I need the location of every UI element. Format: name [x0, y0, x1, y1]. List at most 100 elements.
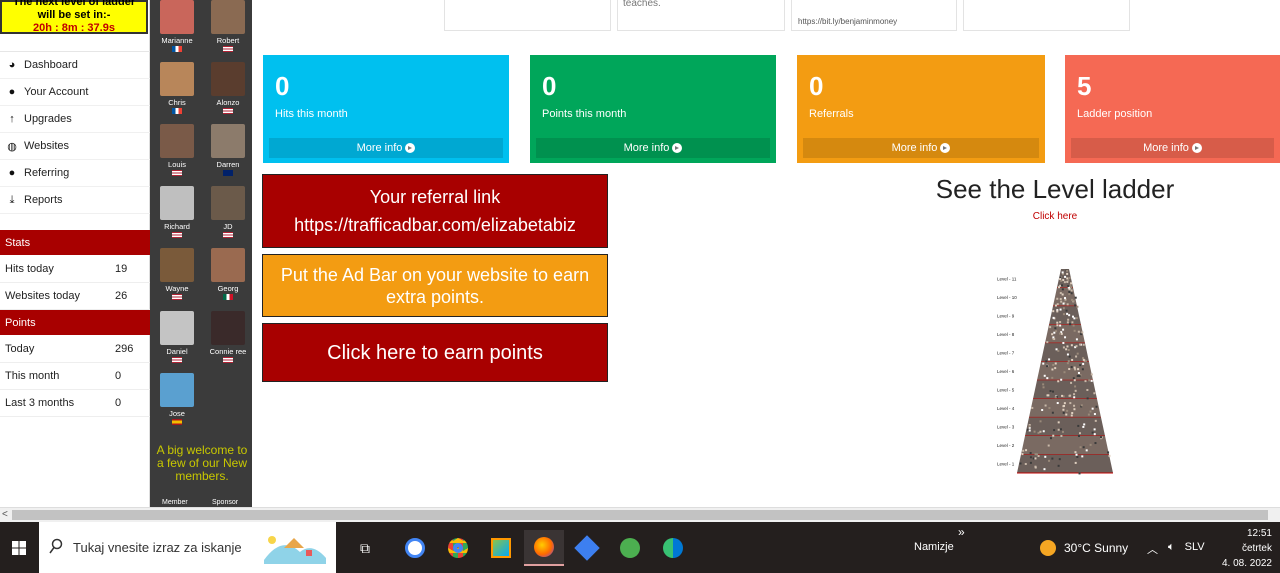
- ladder-member-thumb: [1056, 310, 1058, 312]
- ladder-member-thumb: [1068, 349, 1070, 351]
- member-name: Alonzo: [208, 98, 248, 107]
- taskbar-search[interactable]: Tukaj vnesite izraz za iskanje: [39, 522, 336, 573]
- ladder-member-thumb: [1050, 437, 1052, 439]
- ladder-member-thumb: [1081, 455, 1083, 457]
- member-card[interactable]: Alonzo: [208, 62, 248, 114]
- nav-upgrades[interactable]: ↑ Upgrades: [0, 106, 150, 133]
- points-row: Last 3 months 0: [0, 390, 150, 417]
- member-card[interactable]: Darren: [208, 124, 248, 176]
- ladder-link[interactable]: Click here: [1000, 211, 1110, 222]
- more-info-link[interactable]: More info: [269, 138, 503, 158]
- chevron-up-icon[interactable]: ︿: [1147, 541, 1158, 557]
- member-avatar: [211, 248, 245, 282]
- ladder-member-thumb: [1063, 346, 1065, 348]
- box-label: Ladder position: [1077, 108, 1152, 120]
- taskbar-app-chrome[interactable]: [438, 530, 478, 566]
- ladder-member-thumb: [1050, 390, 1052, 392]
- speaker-icon[interactable]: 🔈︎: [1168, 541, 1175, 557]
- scrollbar-thumb[interactable]: [12, 510, 1268, 520]
- nav-referring[interactable]: ● Referring: [0, 160, 150, 187]
- member-card[interactable]: Marianne: [157, 0, 197, 52]
- top-card-link[interactable]: https://bit.ly/benjaminmoney: [798, 17, 897, 26]
- taskbar-app-firefox[interactable]: [524, 530, 564, 566]
- nav-dashboard[interactable]: ◕ Dashboard: [0, 52, 150, 79]
- member-column-header: Member: [162, 499, 188, 506]
- ladder-member-thumb: [1055, 396, 1057, 398]
- ladder-member-thumb: [1070, 282, 1072, 284]
- nav-websites[interactable]: ◍ Websites: [0, 133, 150, 160]
- referral-url[interactable]: https://trafficadbar.com/elizabetabiz: [294, 214, 576, 236]
- arrow-circle-right-icon: [672, 143, 682, 153]
- ladder-member-thumb: [1068, 288, 1070, 290]
- weather-widget[interactable]: 30°C Sunny: [1040, 540, 1128, 556]
- ladder-member-thumb: [1044, 375, 1046, 377]
- language-indicator[interactable]: SLV: [1185, 541, 1205, 557]
- download-icon: ⤓: [0, 194, 24, 207]
- earn-points-button[interactable]: Click here to earn points: [262, 323, 608, 382]
- adbar-text: Put the Ad Bar on your website to earn e…: [263, 264, 607, 308]
- member-card[interactable]: Wayne: [157, 248, 197, 300]
- timer-line2: will be set in:-: [2, 9, 146, 22]
- ladder-member-thumb: [1063, 303, 1065, 305]
- more-info-link[interactable]: More info: [803, 138, 1039, 158]
- member-card[interactable]: Jose: [157, 373, 197, 425]
- stats-header: Stats: [0, 230, 150, 255]
- referral-link-box[interactable]: Your referral link https://trafficadbar.…: [262, 174, 608, 248]
- ladder-member-thumb: [1028, 425, 1030, 427]
- ladder-member-thumb: [1055, 305, 1057, 307]
- more-info-label: More info: [1143, 142, 1189, 154]
- box-number: 0: [542, 71, 556, 102]
- member-card[interactable]: Connie ree: [208, 311, 248, 363]
- ladder-member-thumb: [1067, 285, 1069, 287]
- ladder-member-thumb: [1082, 368, 1084, 370]
- ladder-member-thumb: [1054, 327, 1056, 329]
- member-card[interactable]: JD: [208, 186, 248, 238]
- diamond-icon: [574, 535, 599, 560]
- taskbar-app-edge-dev[interactable]: [653, 530, 693, 566]
- member-card[interactable]: Richard: [157, 186, 197, 238]
- nav-reports[interactable]: ⤓ Reports: [0, 187, 150, 214]
- clock[interactable]: 12:51 četrtek 4. 08. 2022: [1218, 526, 1278, 571]
- ladder-member-thumb: [1071, 292, 1073, 294]
- utorrent-icon: [620, 538, 640, 558]
- taskbar-app-shortcut[interactable]: [567, 530, 607, 566]
- ladder-member-thumb: [1064, 281, 1066, 283]
- horizontal-scrollbar[interactable]: <: [0, 507, 1280, 522]
- ladder-member-thumb: [1069, 284, 1071, 286]
- member-avatar: [211, 0, 245, 34]
- taskbar-app-utorrent[interactable]: [610, 530, 650, 566]
- task-view-button[interactable]: ⧉: [345, 530, 385, 566]
- toolbar-overflow-icon[interactable]: »: [958, 525, 965, 539]
- start-button[interactable]: [0, 522, 38, 573]
- ladder-member-thumb: [1069, 356, 1071, 358]
- member-card[interactable]: Georg: [208, 248, 248, 300]
- member-card[interactable]: Robert: [208, 0, 248, 52]
- ladder-tier: [1021, 436, 1109, 455]
- edge-dev-icon: [663, 538, 683, 558]
- member-card[interactable]: Chris: [157, 62, 197, 114]
- member-avatar: [160, 248, 194, 282]
- ladder-member-thumb: [1079, 364, 1081, 366]
- nav-your-account[interactable]: ● Your Account: [0, 79, 150, 106]
- more-info-link[interactable]: More info: [536, 138, 770, 158]
- ladder-pyramid-image[interactable]: Level - 11 Level - 10 Level - 9 Level - 8 Le…: [995, 265, 1115, 477]
- more-info-link[interactable]: More info: [1071, 138, 1274, 158]
- member-avatar: [160, 373, 194, 407]
- ladder-member-thumb: [1062, 342, 1064, 344]
- ladder-member-thumb: [1051, 368, 1053, 370]
- ladder-member-thumb: [1053, 332, 1055, 334]
- scroll-left-icon[interactable]: <: [2, 509, 8, 520]
- ladder-member-thumb: [1053, 338, 1055, 340]
- nav-label: Websites: [24, 140, 69, 152]
- nav-label: Upgrades: [24, 113, 72, 125]
- desktop-toolbar-label[interactable]: Namizje: [914, 541, 954, 553]
- taskbar-app-photos[interactable]: [481, 530, 521, 566]
- taskbar-app-google[interactable]: [395, 530, 435, 566]
- ladder-member-thumb: [1030, 456, 1032, 458]
- adbar-banner[interactable]: Put the Ad Bar on your website to earn e…: [262, 254, 608, 317]
- member-card[interactable]: Louis: [157, 124, 197, 176]
- ladder-member-thumb: [1039, 431, 1041, 433]
- ladder-member-thumb: [1063, 412, 1065, 414]
- ladder-member-thumb: [1063, 313, 1065, 315]
- member-card[interactable]: Daniel: [157, 311, 197, 363]
